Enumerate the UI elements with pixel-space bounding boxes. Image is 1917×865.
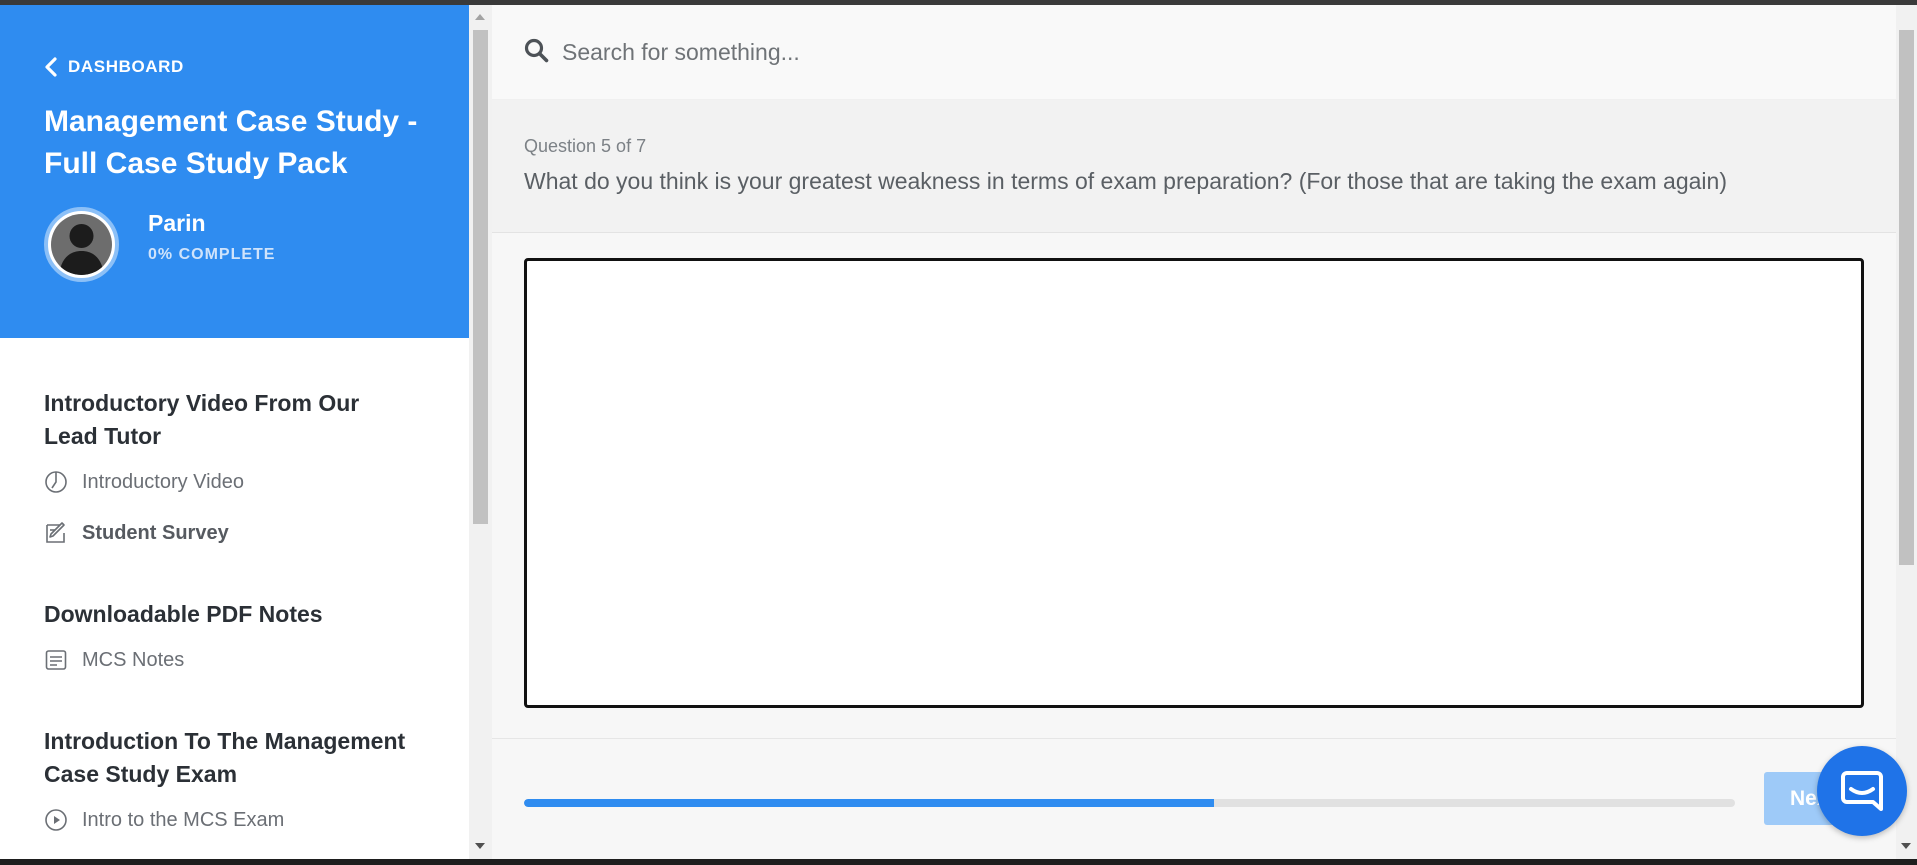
scroll-down-arrow-icon[interactable] [1901, 843, 1911, 849]
answer-textarea[interactable] [524, 258, 1864, 708]
lesson-student-survey[interactable]: Student Survey [44, 518, 229, 548]
search-bar [492, 5, 1896, 100]
question-text: What do you think is your greatest weakn… [524, 168, 1727, 194]
quiz-progress-bar [524, 799, 1735, 807]
scroll-up-arrow-icon[interactable] [475, 14, 485, 20]
lesson-label: Introductory Video [82, 470, 244, 493]
chat-launcher-button[interactable] [1817, 746, 1907, 836]
search-input[interactable] [560, 31, 1564, 73]
page-scrollbar[interactable] [1896, 5, 1917, 859]
section-title: Introductory Video From Our Lead Tutor [44, 390, 360, 449]
chat-bubble-icon [1841, 771, 1883, 811]
user-name: Parin [148, 210, 206, 236]
dashboard-link-label: DASHBOARD [68, 57, 184, 76]
browser-bottom-edge [0, 859, 1917, 865]
avatar [44, 207, 119, 282]
clock-icon [44, 470, 68, 494]
lesson-label: Student Survey [82, 521, 229, 544]
sidebar-scrollbar-thumb[interactable] [473, 30, 488, 524]
quiz-main: Question 5 of 7 What do you think is you… [492, 5, 1896, 860]
page-scrollbar-thumb[interactable] [1899, 30, 1914, 565]
course-title: Management Case Study - Full Case Study … [44, 105, 418, 180]
lesson-intro-mcs-exam[interactable]: Intro to the MCS Exam [44, 805, 284, 835]
survey-icon [44, 521, 68, 545]
section-title: Introduction To The Management Case Stud… [44, 728, 406, 787]
course-header: DASHBOARD Management Case Study - Full C… [0, 5, 469, 338]
scroll-down-arrow-icon[interactable] [475, 843, 485, 849]
quiz-progress-fill [524, 799, 1215, 807]
lesson-label: Intro to the MCS Exam [82, 808, 285, 831]
lesson-mcs-notes[interactable]: MCS Notes [44, 645, 184, 675]
question-counter: Question 5 of 7 [524, 136, 647, 156]
lesson-introductory-video[interactable]: Introductory Video [44, 467, 244, 497]
user-silhouette-icon [51, 214, 112, 275]
course-progress-label: 0% COMPLETE [148, 246, 276, 263]
quiz-footer: Next [492, 738, 1896, 860]
section-title: Downloadable PDF Notes [44, 601, 323, 627]
dashboard-link[interactable]: DASHBOARD [44, 57, 184, 77]
question-header: Question 5 of 7 What do you think is you… [492, 100, 1896, 233]
course-sidebar: DASHBOARD Management Case Study - Full C… [0, 5, 469, 859]
document-icon [44, 648, 68, 672]
play-icon [44, 808, 68, 832]
search-icon[interactable] [524, 38, 549, 63]
lesson-label: MCS Notes [82, 648, 185, 671]
chevron-left-icon [45, 57, 57, 77]
sidebar-scrollbar[interactable] [469, 5, 492, 859]
